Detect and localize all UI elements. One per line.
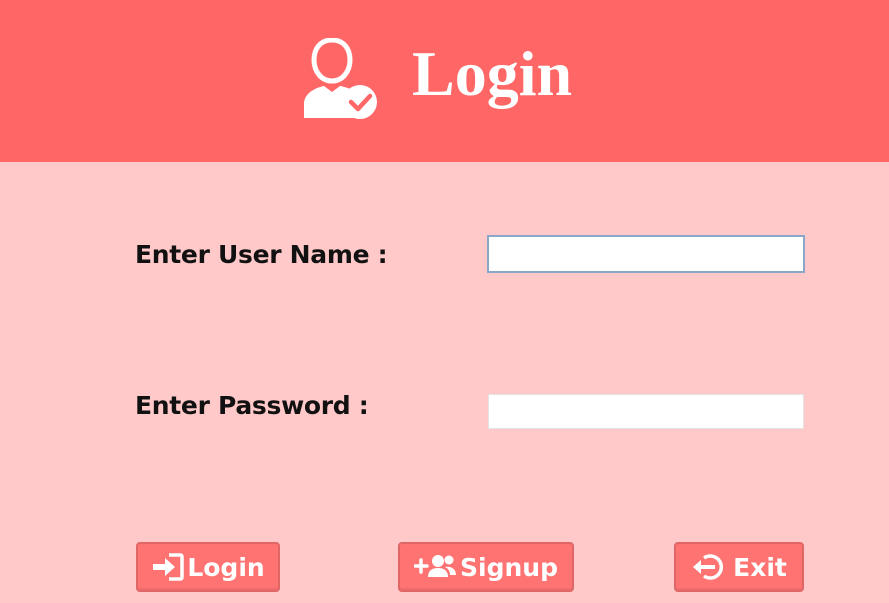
login-button-label: Login <box>187 552 265 582</box>
exit-button-label: Exit <box>733 552 787 582</box>
login-button[interactable]: Login <box>136 542 280 592</box>
login-window: Login Enter User Name : Enter Password :… <box>0 0 889 603</box>
username-input[interactable] <box>487 235 805 273</box>
user-plus-icon <box>414 552 460 582</box>
sign-out-icon <box>691 552 733 582</box>
username-label: Enter User Name : <box>135 240 388 269</box>
signup-button-label: Signup <box>460 552 558 582</box>
password-label: Enter Password : <box>135 391 369 420</box>
signup-button[interactable]: Signup <box>398 542 574 592</box>
header-bar: Login <box>0 0 889 162</box>
exit-button[interactable]: Exit <box>674 542 804 592</box>
page-title: Login <box>412 38 573 109</box>
user-check-icon <box>300 37 380 120</box>
sign-in-icon <box>151 552 187 582</box>
password-input[interactable] <box>488 394 804 429</box>
